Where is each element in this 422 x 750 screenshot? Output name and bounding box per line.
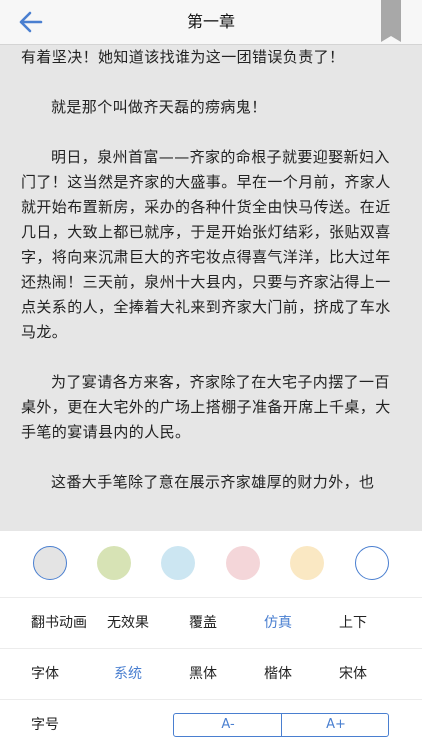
page-turn-option-cover[interactable]: 覆盖 (189, 598, 217, 648)
font-option-system[interactable]: 系统 (114, 649, 142, 699)
font-row: 字体 系统 黑体 楷体 宋体 (0, 648, 422, 699)
font-option-heiti[interactable]: 黑体 (189, 649, 217, 699)
font-size-row: 字号 A- A+ (0, 699, 422, 750)
font-label: 字体 (31, 666, 59, 682)
bg-color-swatch-yellow[interactable] (290, 546, 324, 580)
reader-settings-panel: 翻书动画 无效果 覆盖 仿真 上下 字体 系统 黑体 楷体 宋体 字号 A- A… (0, 531, 422, 750)
paragraph: 这番大手笔除了意在展示齐家雄厚的财力外，也 (51, 473, 375, 491)
paragraph: 有着坚决！她知道该找谁为这一团错误负责了！ (21, 48, 345, 66)
reading-content[interactable]: 有着坚决！她知道该找谁为这一团错误负责了！ 就是那个叫做齐天磊的痨病鬼！ 明日，… (0, 45, 422, 531)
font-size-control: A- A+ (173, 713, 389, 737)
font-size-decrease-button[interactable]: A- (174, 714, 282, 736)
font-size-label: 字号 (31, 717, 59, 733)
paragraph: 为了宴请各方来客，齐家除了在大宅子内摆了一百桌外，更在大宅外的广场上搭棚子准备开… (21, 373, 391, 441)
bookmark-icon[interactable] (381, 0, 401, 44)
font-size-increase-button[interactable]: A+ (282, 714, 390, 736)
top-nav-bar: 第一章 (0, 0, 422, 45)
font-option-kaiti[interactable]: 楷体 (264, 649, 292, 699)
font-option-songti[interactable]: 宋体 (339, 649, 367, 699)
chapter-title: 第一章 (186, 12, 235, 31)
page-turn-option-none[interactable]: 无效果 (107, 598, 149, 648)
paragraph: 就是那个叫做齐天磊的痨病鬼！ (51, 98, 267, 116)
bg-color-swatch-green[interactable] (97, 546, 131, 580)
paragraph: 明日，泉州首富——齐家的命根子就要迎娶新妇入门了！这当然是齐家的大盛事。早在一个… (21, 148, 391, 341)
page-turn-option-simulation[interactable]: 仿真 (264, 598, 292, 648)
page-turn-row: 翻书动画 无效果 覆盖 仿真 上下 (0, 597, 422, 648)
bg-color-swatch-blue[interactable] (161, 546, 195, 580)
page-turn-option-vertical[interactable]: 上下 (339, 598, 367, 648)
background-color-row (0, 546, 422, 582)
bg-color-swatch-white[interactable] (355, 546, 389, 580)
bg-color-swatch-gray[interactable] (33, 546, 67, 580)
bg-color-swatch-pink[interactable] (226, 546, 260, 580)
page-turn-label: 翻书动画 (31, 615, 87, 631)
